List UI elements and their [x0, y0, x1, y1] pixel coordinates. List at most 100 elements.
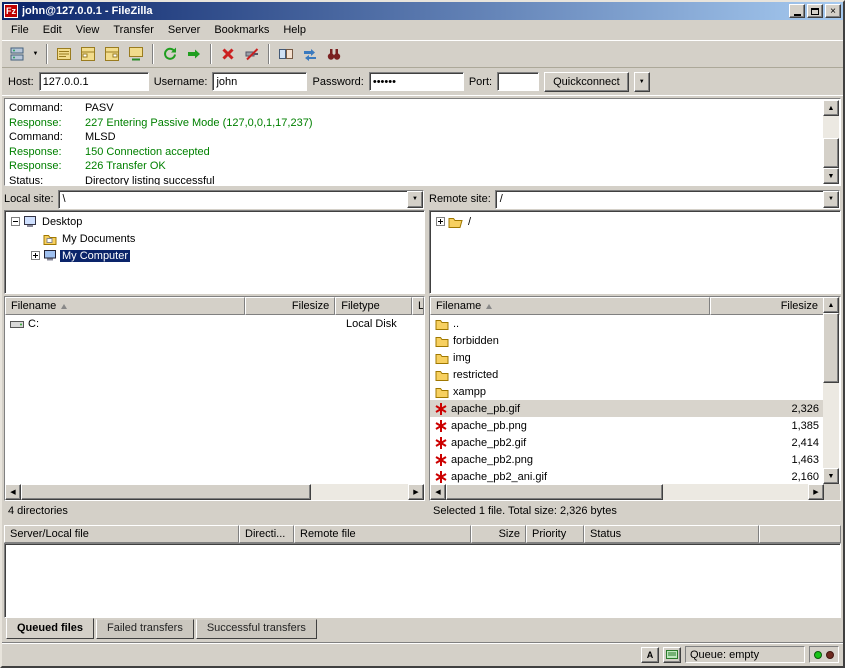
column-header-server-local-file[interactable]: Server/Local file: [4, 525, 239, 543]
column-header-filetype[interactable]: Filetype: [335, 297, 412, 315]
tree-item-my-computer[interactable]: My Computer: [5, 247, 424, 264]
directory-comparison-button[interactable]: [274, 43, 298, 65]
activity-led-green: [814, 651, 822, 659]
message-log-icon: [56, 46, 72, 62]
scroll-right-icon[interactable]: ▶: [408, 484, 424, 500]
cancel-button[interactable]: [216, 43, 240, 65]
scrollbar-thumb[interactable]: [823, 313, 839, 383]
toggle-message-log-button[interactable]: [52, 43, 76, 65]
toggle-local-tree-button[interactable]: [76, 43, 100, 65]
file-row[interactable]: apache_pb2.gif 2,414: [430, 434, 824, 451]
file-row[interactable]: apache_pb2_ani.gif 2,160: [430, 468, 824, 485]
column-header-filename[interactable]: Filename: [430, 297, 710, 315]
binoculars-icon: [326, 46, 342, 62]
file-row[interactable]: xampp: [430, 383, 824, 400]
broken-file-icon: [435, 471, 447, 483]
scroll-up-icon[interactable]: ▲: [823, 297, 839, 313]
column-header-remote-file[interactable]: Remote file: [294, 525, 471, 543]
local-site-row: Local site: \ ▼: [4, 189, 425, 209]
column-header-filesize[interactable]: Filesize: [710, 297, 824, 315]
scrollbar-thumb[interactable]: [21, 484, 311, 500]
menu-transfer[interactable]: Transfer: [106, 22, 161, 38]
file-row[interactable]: apache_pb.png 1,385: [430, 417, 824, 434]
password-input[interactable]: [369, 72, 464, 91]
minimize-button[interactable]: [789, 4, 805, 18]
site-manager-dropdown[interactable]: ▼: [29, 43, 42, 65]
tree-item-my-documents[interactable]: My Documents: [5, 230, 424, 247]
local-file-list: Filename Filesize Filetype L C: Local Di…: [4, 296, 425, 501]
remote-horizontal-scrollbar[interactable]: ◀ ▶: [430, 484, 824, 500]
process-queue-button[interactable]: [182, 43, 206, 65]
minimize-icon: [794, 14, 801, 16]
expand-icon[interactable]: [31, 251, 40, 260]
remote-site-row: Remote site: / ▼: [429, 189, 841, 209]
log-vertical-scrollbar[interactable]: ▲ ▼: [823, 100, 839, 184]
scrollbar-thumb[interactable]: [823, 138, 839, 168]
scroll-right-icon[interactable]: ▶: [808, 484, 824, 500]
tab-failed-transfers[interactable]: Failed transfers: [96, 619, 194, 639]
queue-body[interactable]: [4, 543, 841, 618]
menu-view[interactable]: View: [69, 22, 107, 38]
find-files-button[interactable]: [322, 43, 346, 65]
combo-dropdown-icon[interactable]: ▼: [407, 191, 423, 208]
quickconnect-button[interactable]: Quickconnect: [544, 72, 629, 92]
menu-server[interactable]: Server: [161, 22, 207, 38]
scroll-left-icon[interactable]: ◀: [5, 484, 21, 500]
scroll-up-icon[interactable]: ▲: [823, 100, 839, 116]
column-header-last-modified[interactable]: L: [412, 297, 424, 315]
ascii-transfer-type-icon[interactable]: A: [641, 647, 659, 663]
toggle-queue-button[interactable]: [124, 43, 148, 65]
scroll-down-icon[interactable]: ▼: [823, 468, 839, 484]
encryption-icon[interactable]: [663, 647, 681, 663]
dropdown-icon: ▼: [33, 51, 39, 57]
local-horizontal-scrollbar[interactable]: ◀ ▶: [5, 484, 424, 500]
column-header-status[interactable]: Status: [584, 525, 759, 543]
file-row-c-drive[interactable]: C: Local Disk: [5, 315, 424, 332]
close-button[interactable]: ×: [825, 4, 841, 18]
column-header-priority[interactable]: Priority: [526, 525, 584, 543]
toggle-remote-tree-button[interactable]: [100, 43, 124, 65]
synchronized-browsing-button[interactable]: [298, 43, 322, 65]
file-row[interactable]: forbidden: [430, 332, 824, 349]
maximize-button[interactable]: [807, 4, 823, 18]
tree-item-desktop[interactable]: Desktop: [5, 213, 424, 230]
tree-item-root[interactable]: /: [430, 213, 840, 230]
remote-vertical-scrollbar[interactable]: ▲ ▼: [823, 297, 839, 484]
scroll-down-icon[interactable]: ▼: [823, 168, 839, 184]
local-site-combobox[interactable]: \ ▼: [58, 190, 424, 209]
scroll-left-icon[interactable]: ◀: [430, 484, 446, 500]
close-icon: ×: [830, 6, 836, 17]
window-title: john@127.0.0.1 - FileZilla: [22, 5, 789, 17]
menu-bookmarks[interactable]: Bookmarks: [207, 22, 276, 38]
host-input[interactable]: [39, 72, 149, 91]
column-header-size[interactable]: Size: [471, 525, 526, 543]
menu-file[interactable]: File: [4, 22, 36, 38]
column-header-filesize[interactable]: Filesize: [245, 297, 336, 315]
file-row[interactable]: ..: [430, 315, 824, 332]
menu-help[interactable]: Help: [276, 22, 313, 38]
file-row[interactable]: restricted: [430, 366, 824, 383]
horizontal-splitter[interactable]: [2, 519, 843, 522]
column-header-direction[interactable]: Directi...: [239, 525, 294, 543]
tab-successful-transfers[interactable]: Successful transfers: [196, 619, 317, 639]
remote-site-combobox[interactable]: / ▼: [495, 190, 840, 209]
combo-dropdown-icon[interactable]: ▼: [823, 191, 839, 208]
file-row-selected[interactable]: apache_pb.gif 2,326: [430, 400, 824, 417]
scrollbar-thumb[interactable]: [446, 484, 663, 500]
quickconnect-dropdown[interactable]: ▼: [634, 72, 650, 92]
username-input[interactable]: [212, 72, 307, 91]
toolbar-separator: [268, 44, 270, 64]
remote-file-list: Filename Filesize .. forbidden img: [429, 296, 841, 501]
column-header-filename[interactable]: Filename: [5, 297, 245, 315]
collapse-icon[interactable]: [11, 217, 20, 226]
refresh-button[interactable]: [158, 43, 182, 65]
file-row[interactable]: apache_pb2.png 1,463: [430, 451, 824, 468]
menu-edit[interactable]: Edit: [36, 22, 69, 38]
site-manager-button[interactable]: [5, 43, 29, 65]
disconnect-button[interactable]: [240, 43, 264, 65]
port-input[interactable]: [497, 72, 539, 91]
expand-icon[interactable]: [436, 217, 445, 226]
filezilla-window: Fz john@127.0.0.1 - FileZilla × File Edi…: [0, 0, 845, 668]
tab-queued-files[interactable]: Queued files: [6, 618, 94, 639]
file-row[interactable]: img: [430, 349, 824, 366]
